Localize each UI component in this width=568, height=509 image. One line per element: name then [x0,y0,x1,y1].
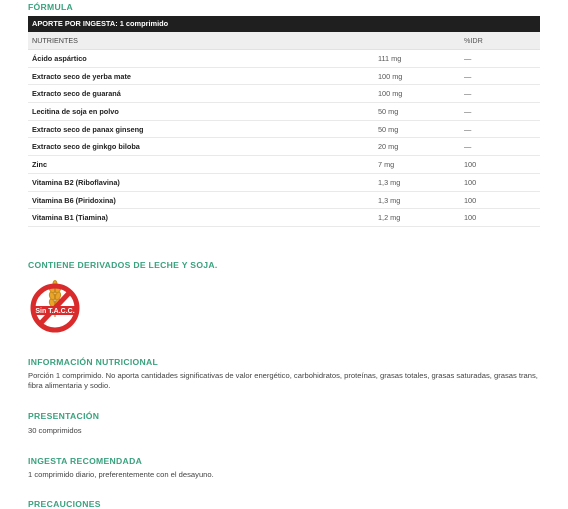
intake-text: 1 comprimido diario, preferentemente con… [28,470,214,479]
table-column-headers: NUTRIENTES %IDR [28,32,540,50]
column-idr: %IDR [464,36,483,45]
nutrient-name: Lecitina de soja en polvo [32,107,119,117]
nutrient-amount: 1,2 mg [378,213,401,223]
precautions-title: PRECAUCIONES [28,499,101,509]
table-row: Vitamina B6 (Piridoxina) 1,3 mg 100 [28,192,540,210]
badge-text: Sin T.A.C.C. [35,308,74,315]
table-row: Ácido aspártico 111 mg — [28,50,540,68]
nutrient-amount: 111 mg [378,54,402,63]
nutrient-amount: 1,3 mg [378,195,401,205]
info-title: INFORMACIÓN NUTRICIONAL [28,357,159,367]
nutrient-idr: — [464,142,472,152]
nutrient-amount: 50 mg [378,107,399,117]
column-amount [378,32,464,49]
presentation-text: 30 comprimidos [28,426,82,435]
table-header: APORTE POR INGESTA: 1 comprimido [28,16,540,32]
nutrient-name: Vitamina B6 (Piridoxina) [32,195,116,205]
column-nutrients: NUTRIENTES [32,36,78,45]
nutrient-amount: 20 mg [378,142,399,152]
nutrient-name: Extracto seco de ginkgo biloba [32,142,140,152]
nutrient-name: Zinc [32,160,47,170]
table-body: Ácido aspártico 111 mg — Extracto seco de y… [28,50,540,227]
nutrient-amount: 7 mg [378,160,395,170]
nutrient-idr: 100 [464,213,477,223]
table-row: Vitamina B1 (Tiamina) 1,2 mg 100 [28,209,540,227]
nutrient-idr: 100 [464,160,477,170]
table-row: Extracto seco de yerba mate 100 mg — [28,68,540,86]
nutrient-idr: — [464,107,472,117]
info-text: Porción 1 comprimido. No aporta cantidad… [28,371,538,390]
presentation-title: PRESENTACIÓN [28,411,100,421]
nutrient-idr: 100 [464,177,477,187]
sin-tacc-icon: Sin T.A.C.C. [28,277,82,335]
nutrient-amount: 100 mg [378,71,403,81]
nutrient-amount: 100 mg [378,89,403,99]
allergen-warning: CONTIENE DERIVADOS DE LECHE Y SOJA. [28,260,218,270]
table-row: Lecitina de soja en polvo 50 mg — [28,103,540,121]
nutrient-idr: — [464,124,472,134]
nutrient-name: Vitamina B1 (Tiamina) [32,213,108,223]
intake-title: INGESTA RECOMENDADA [28,456,143,466]
nutrient-name: Extracto seco de guaraná [32,89,121,99]
nutrient-amount: 50 mg [378,124,399,134]
table-row: Extracto seco de ginkgo biloba 20 mg — [28,138,540,157]
table-row: Extracto seco de guaraná 100 mg — [28,85,540,104]
table-row: Extracto seco de panax ginseng 50 mg — [28,121,540,139]
nutrient-idr: — [464,71,472,81]
nutrient-idr: — [464,89,472,99]
nutrition-table: APORTE POR INGESTA: 1 comprimido NUTRIEN… [28,16,540,227]
formula-title: FÓRMULA [28,2,74,12]
nutrient-amount: 1,3 mg [378,177,401,187]
nutrient-name: Ácido aspártico [32,54,87,63]
nutrient-idr: 100 [464,195,477,205]
table-row: Zinc 7 mg 100 [28,156,540,174]
nutrient-name: Vitamina B2 (Riboflavina) [32,177,120,187]
nutrient-name: Extracto seco de yerba mate [32,71,131,81]
nutrient-name: Extracto seco de panax ginseng [32,124,144,134]
nutrient-idr: — [464,54,472,63]
table-row: Vitamina B2 (Riboflavina) 1,3 mg 100 [28,174,540,192]
